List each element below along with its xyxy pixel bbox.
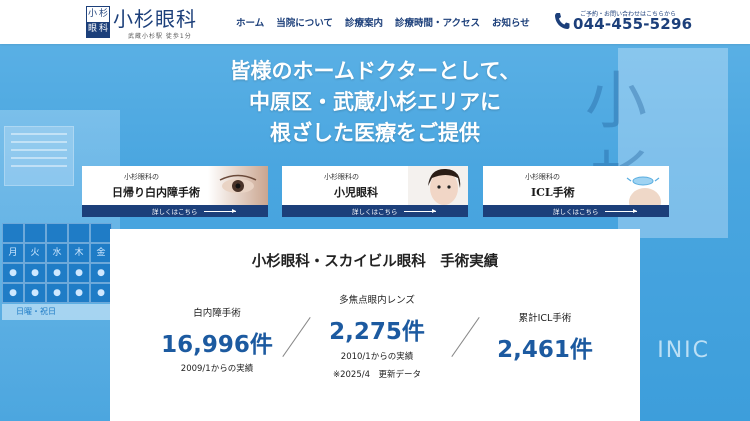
banner-child-image (408, 166, 468, 205)
logo-mark-char: 小 (87, 9, 97, 19)
banner-cataract[interactable]: 小杉眼科の 日帰り白内障手術 詳しくはこちら (82, 166, 268, 217)
background-sign-text: INIC (657, 338, 710, 363)
background-calendar-cell: ● (46, 263, 68, 283)
stat-note: 2009/1からの実績 (180, 364, 254, 374)
banner-title: 日帰り白内障手術 (112, 186, 200, 199)
arrow-right-icon (605, 209, 637, 213)
stat-label: 白内障手術 (193, 308, 241, 319)
arrow-right-icon (404, 209, 436, 213)
banner-eye-image (208, 166, 268, 205)
arrow-right-icon (204, 209, 236, 213)
stat-cataract: 白内障手術 16,996件 2009/1からの実績 (132, 305, 302, 374)
stat-value: 16,996件 (161, 332, 273, 358)
background-calendar-cell: 木 (68, 243, 90, 263)
nav-hours-access[interactable]: 診療時間・アクセス (395, 15, 480, 29)
background-calendar-cell: ● (68, 263, 90, 283)
logo-mark-char: 杉 (98, 9, 108, 19)
banner-link[interactable]: 詳しくはこちら (553, 206, 599, 216)
background-calendar-cell: 水 (46, 243, 68, 263)
logo-mark[interactable]: 小 杉 眼 科 (86, 6, 110, 38)
nav-services[interactable]: 診療案内 (345, 15, 383, 29)
logo-mark-char: 眼 (87, 22, 98, 37)
logo-mark-char: 科 (98, 22, 109, 37)
background-calendar-cell (46, 223, 68, 243)
banner-pre: 小杉眼科の (525, 173, 560, 181)
background-calendar-cell: ● (90, 263, 112, 283)
background-calendar-cell (90, 223, 112, 243)
hero-headline-line: 根ざした医療をご提供 (270, 121, 480, 145)
stat-value: 2,461件 (497, 337, 593, 363)
nav-about[interactable]: 当院について (276, 15, 333, 29)
background-calendar-cell: 火 (24, 243, 46, 263)
background-calendar-cell: ● (24, 283, 46, 303)
stat-icl: 累計ICL手術 2,461件 (460, 310, 630, 364)
phone-icon (555, 13, 570, 29)
banner-pediatric[interactable]: 小杉眼科の 小児眼科 詳しくはこちら (282, 166, 468, 217)
hero-headline-line: 中原区・武蔵小杉エリアに (249, 90, 501, 114)
background-holiday-text: 日曜・祝日 (16, 307, 56, 316)
background-calendar-cell: ● (24, 263, 46, 283)
surgery-stats-card: 小杉眼科・スカイビル眼科 手術実績 白内障手術 16,996件 2009/1から… (110, 229, 640, 421)
stat-value: 2,275件 (329, 319, 425, 345)
logo-text[interactable]: 小杉眼科 (113, 3, 197, 32)
background-calendar-cell (24, 223, 46, 243)
background-calendar-cell: ● (90, 283, 112, 303)
hero-headline: 皆様のホームドクターとして、 中原区・武蔵小杉エリアに 根ざした医療をご提供 (0, 56, 750, 149)
nav-news[interactable]: お知らせ (492, 15, 530, 29)
background-calendar-cell (2, 223, 24, 243)
banner-link[interactable]: 詳しくはこちら (152, 206, 198, 216)
phone-number[interactable]: 044-455-5296 (573, 15, 692, 33)
background-calendar-cell: ● (46, 283, 68, 303)
banner-icl[interactable]: 小杉眼科の ICL手術 詳しくはこちら (483, 166, 669, 217)
nav-home[interactable]: ホーム (236, 15, 264, 29)
background-calendar-cell: ● (2, 283, 24, 303)
background-calendar-cell: ● (2, 263, 24, 283)
banner-pre: 小杉眼科の (324, 173, 359, 181)
hero-headline-line: 皆様のホームドクターとして、 (229, 59, 521, 83)
banner-title: 小児眼科 (334, 186, 378, 199)
banner-link[interactable]: 詳しくはこちら (352, 206, 398, 216)
stats-title: 小杉眼科・スカイビル眼科 手術実績 (251, 254, 499, 270)
background-calendar-cell: 金 (90, 243, 112, 263)
background-calendar-cell: 月 (2, 243, 24, 263)
stat-note: 2010/1からの実績 (340, 352, 414, 362)
site-header: 小 杉 眼 科 小杉眼科 武蔵小杉駅 徒歩1分 ホーム 当院について 診療案内 … (0, 0, 750, 44)
logo-subtitle: 武蔵小杉駅 徒歩1分 (128, 33, 192, 40)
banner-pre: 小杉眼科の (124, 173, 159, 181)
stat-label: 多焦点眼内レンズ (339, 295, 415, 306)
stat-update-note: ※2025/4 更新データ (332, 370, 422, 380)
background-calendar-cell (68, 223, 90, 243)
page: 月 火 水 木 金 ● ● ● ● ● ● ● ● ● ● 日曜・祝日 小 杉 … (0, 0, 750, 421)
background-calendar-cell: ● (68, 283, 90, 303)
banner-icl-lens-image (609, 166, 669, 205)
main-nav: ホーム 当院について 診療案内 診療時間・アクセス お知らせ (236, 15, 530, 29)
stat-label: 累計ICL手術 (518, 313, 572, 324)
stat-multifocal-lens: 多焦点眼内レンズ 2,275件 2010/1からの実績 ※2025/4 更新デー… (292, 292, 462, 382)
banner-title: ICL手術 (531, 186, 575, 199)
